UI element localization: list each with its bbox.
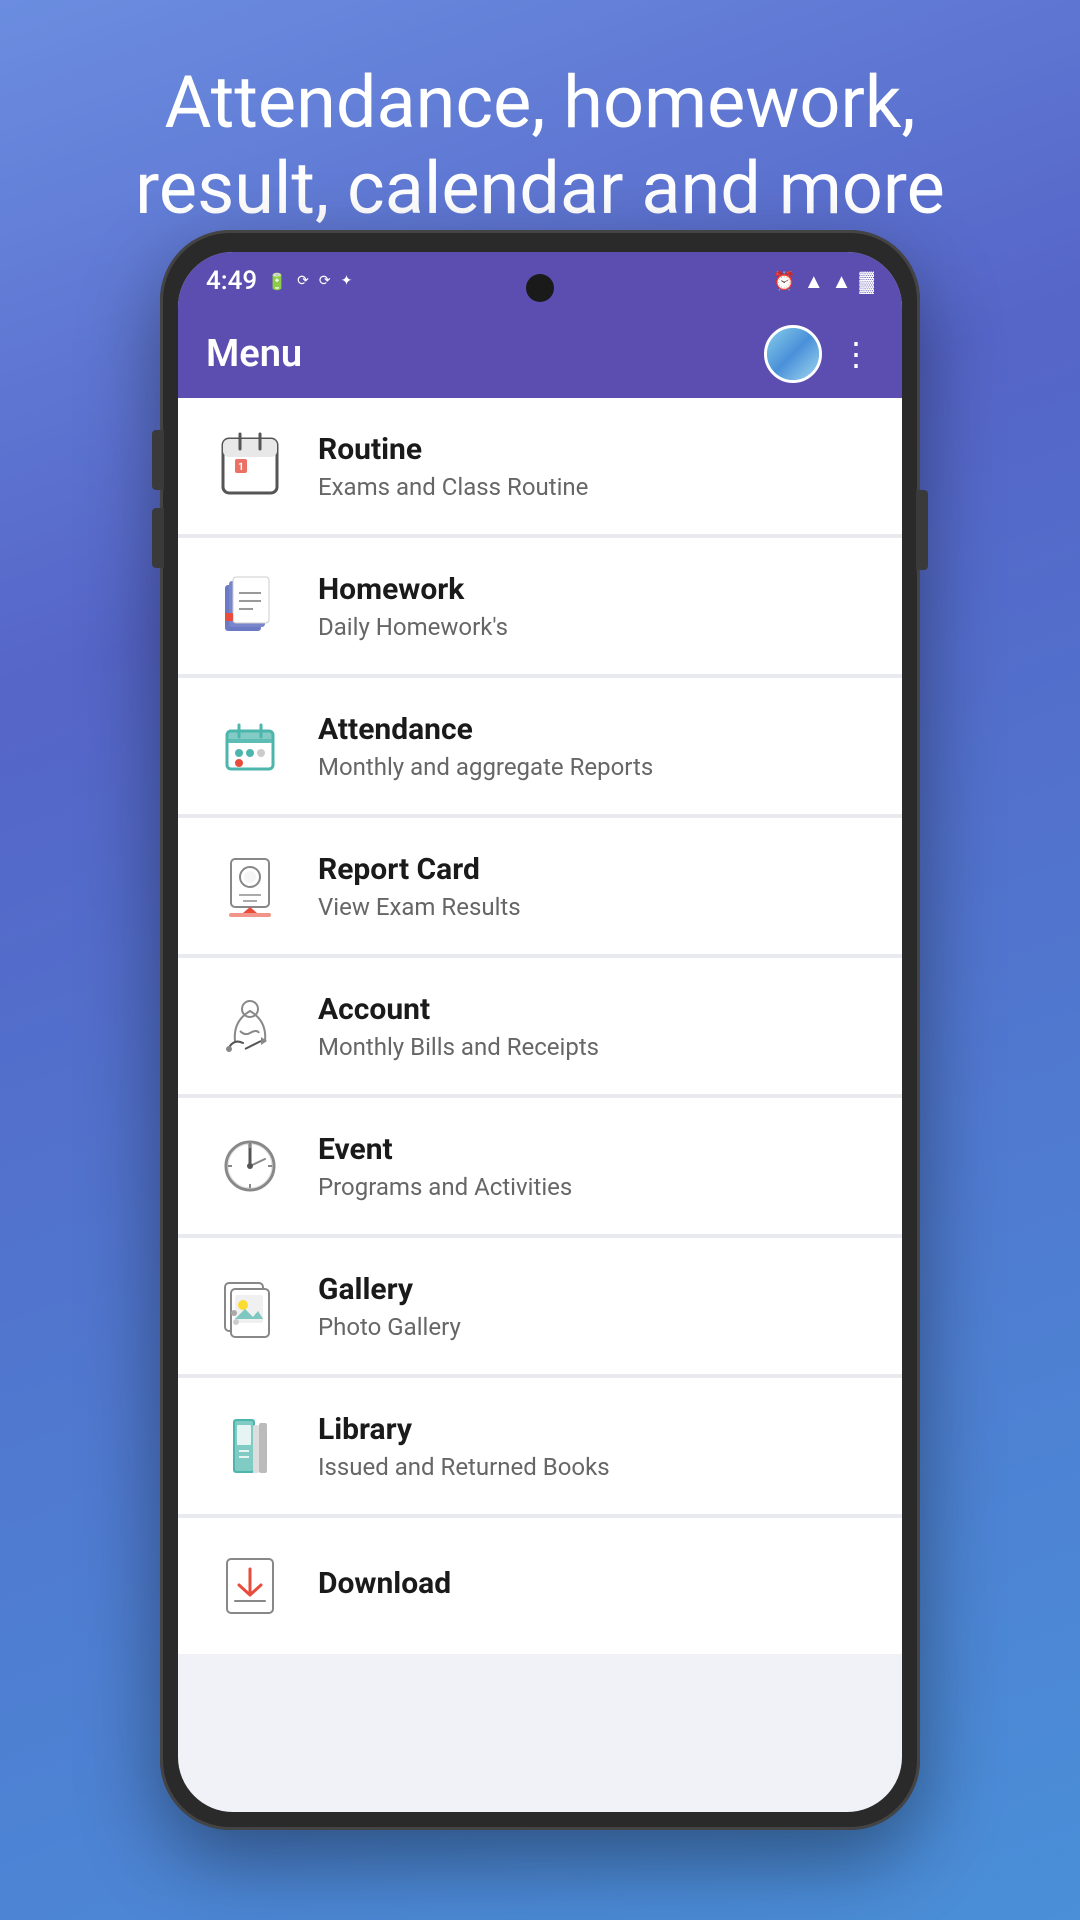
download-icon-wrap: [210, 1546, 290, 1626]
notification-icon: ⟳: [297, 273, 309, 289]
attendance-title: Attendance: [318, 712, 870, 747]
menu-item-attendance[interactable]: Attendance Monthly and aggregate Reports: [178, 678, 902, 814]
status-icons: ⏰ ▲ ▲ ▓: [773, 269, 874, 294]
gallery-subtitle: Photo Gallery: [318, 1313, 870, 1341]
report-card-icon-wrap: [210, 846, 290, 926]
menu-item-routine[interactable]: 1 Routine Exams and Class Routine: [178, 398, 902, 534]
gallery-icon: [215, 1271, 285, 1341]
gallery-text: Gallery Photo Gallery: [318, 1272, 870, 1341]
phone-shell: 4:49 🔋 ⟳ ⟳ ✦ ⏰ ▲ ▲ ▓ Menu: [160, 230, 920, 1830]
homework-text: Homework Daily Homework's: [318, 572, 870, 641]
wifi-icon: ▲: [804, 269, 824, 294]
side-button-vol-up: [152, 430, 164, 490]
download-icon: [215, 1551, 285, 1621]
homework-subtitle: Daily Homework's: [318, 613, 870, 641]
menu-item-event[interactable]: Event Programs and Activities: [178, 1098, 902, 1234]
attendance-text: Attendance Monthly and aggregate Reports: [318, 712, 870, 781]
download-text: Download: [318, 1566, 870, 1607]
status-left: 4:49 🔋 ⟳ ⟳ ✦: [206, 266, 352, 296]
routine-icon-wrap: 1: [210, 426, 290, 506]
routine-text: Routine Exams and Class Routine: [318, 432, 870, 501]
more-menu-button[interactable]: ⋮: [840, 335, 874, 373]
attendance-subtitle: Monthly and aggregate Reports: [318, 753, 870, 781]
routine-subtitle: Exams and Class Routine: [318, 473, 870, 501]
homework-icon: [215, 571, 285, 641]
svg-text:1: 1: [238, 462, 244, 473]
alarm-icon: ⏰: [773, 271, 795, 292]
avatar[interactable]: [764, 325, 822, 383]
menu-item-gallery[interactable]: Gallery Photo Gallery: [178, 1238, 902, 1374]
gallery-icon-wrap: [210, 1266, 290, 1346]
account-title: Account: [318, 992, 870, 1027]
menu-item-homework[interactable]: Homework Daily Homework's: [178, 538, 902, 674]
library-text: Library Issued and Returned Books: [318, 1412, 870, 1481]
report-card-icon: [215, 851, 285, 921]
event-icon-wrap: [210, 1126, 290, 1206]
event-icon: [215, 1131, 285, 1201]
download-title: Download: [318, 1566, 870, 1601]
app-bar-title: Menu: [206, 332, 302, 376]
report-card-text: Report Card View Exam Results: [318, 852, 870, 921]
menu-item-library[interactable]: Library Issued and Returned Books: [178, 1378, 902, 1514]
battery-status-icon: ▓: [859, 269, 874, 294]
avatar-image: [767, 328, 819, 380]
library-icon: [215, 1411, 285, 1481]
slack-icon: ✦: [341, 273, 353, 289]
menu-item-download[interactable]: Download: [178, 1518, 902, 1654]
account-text: Account Monthly Bills and Receipts: [318, 992, 870, 1061]
account-icon-wrap: [210, 986, 290, 1066]
event-text: Event Programs and Activities: [318, 1132, 870, 1201]
account-icon: [215, 991, 285, 1061]
routine-title: Routine: [318, 432, 870, 467]
menu-list: 1 Routine Exams and Class Routine: [178, 398, 902, 1654]
status-time: 4:49: [206, 266, 257, 296]
report-card-subtitle: View Exam Results: [318, 893, 870, 921]
routine-icon: 1: [215, 431, 285, 501]
event-title: Event: [318, 1132, 870, 1167]
gallery-title: Gallery: [318, 1272, 870, 1307]
app-bar-actions: ⋮: [764, 325, 874, 383]
attendance-icon: [215, 711, 285, 781]
phone-screen: 4:49 🔋 ⟳ ⟳ ✦ ⏰ ▲ ▲ ▓ Menu: [178, 252, 902, 1812]
menu-item-account[interactable]: Account Monthly Bills and Receipts: [178, 958, 902, 1094]
sync-icon: ⟳: [319, 273, 331, 289]
side-button-vol-down: [152, 508, 164, 568]
homework-title: Homework: [318, 572, 870, 607]
attendance-icon-wrap: [210, 706, 290, 786]
signal-icon: ▲: [832, 269, 852, 294]
app-bar: Menu ⋮: [178, 310, 902, 398]
library-subtitle: Issued and Returned Books: [318, 1453, 870, 1481]
library-icon-wrap: [210, 1406, 290, 1486]
event-subtitle: Programs and Activities: [318, 1173, 870, 1201]
account-subtitle: Monthly Bills and Receipts: [318, 1033, 870, 1061]
battery-icon: 🔋: [267, 272, 287, 291]
library-title: Library: [318, 1412, 870, 1447]
menu-item-report-card[interactable]: Report Card View Exam Results: [178, 818, 902, 954]
report-card-title: Report Card: [318, 852, 870, 887]
homework-icon-wrap: [210, 566, 290, 646]
camera-notch: [526, 274, 554, 302]
page-background: Attendance, homework, result, calendar a…: [0, 0, 1080, 1920]
side-button-power: [916, 490, 928, 570]
